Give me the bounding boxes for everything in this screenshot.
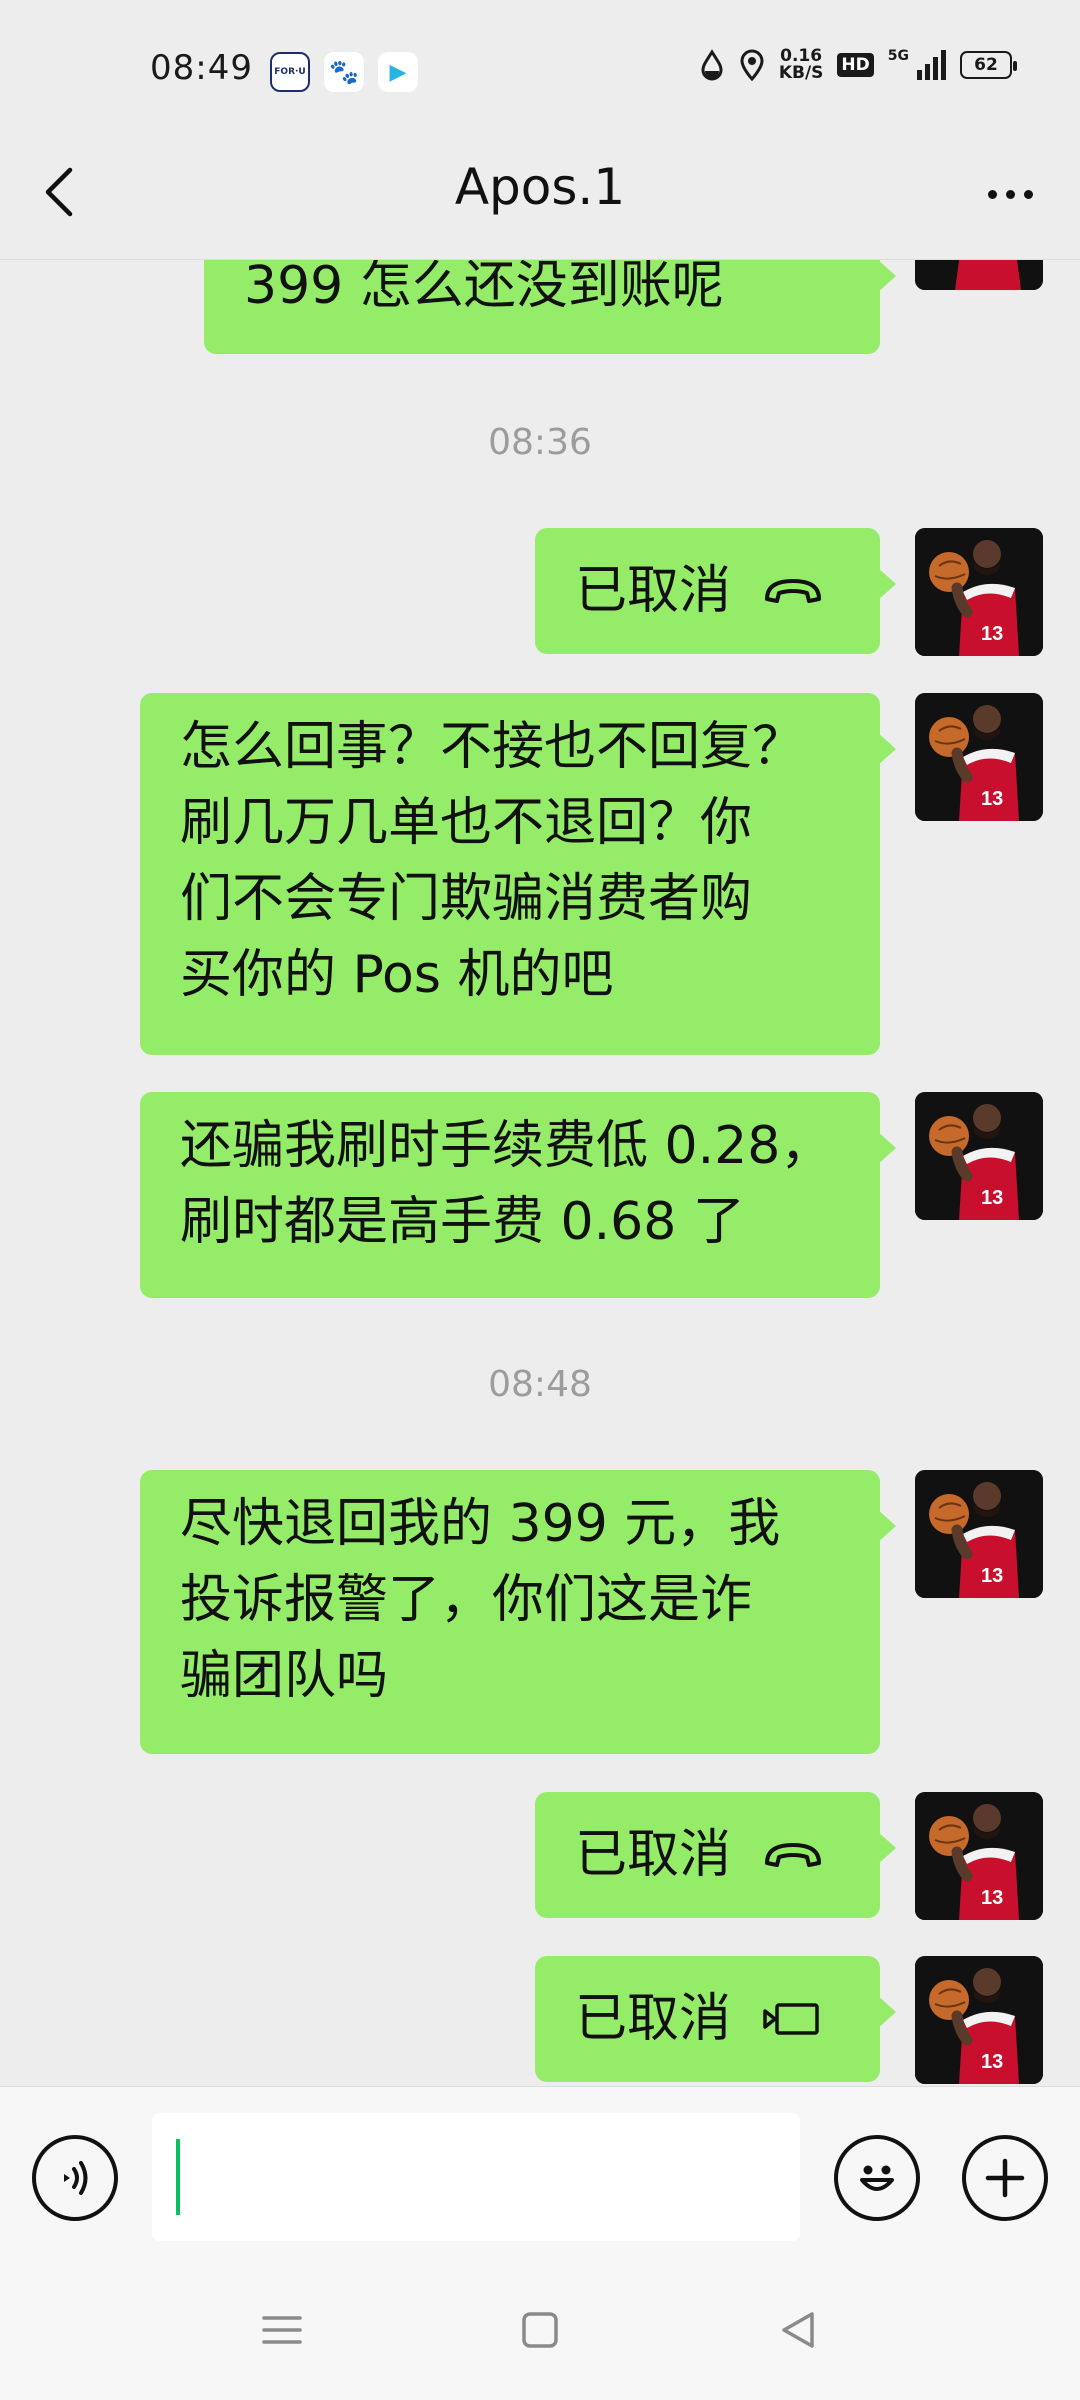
voice-wave-icon	[64, 2161, 88, 2195]
avatar[interactable]: 13	[915, 1470, 1043, 1598]
menu-icon[interactable]	[252, 2300, 312, 2360]
message-bubble[interactable]: 尽快退回我的 399 元，我 投诉报警了，你们这是诈 骗团队吗	[140, 1470, 896, 1754]
call-status-text: 已取消	[575, 1989, 732, 2049]
avatar[interactable]: 13	[915, 1092, 1043, 1220]
avatar[interactable]: 13	[915, 528, 1043, 656]
message-timestamp: 08:48	[488, 1364, 592, 1405]
more-options-icon[interactable]	[970, 164, 1050, 224]
battery-icon: 62	[960, 51, 1017, 79]
message-text-line: 怎么回事？不接也不回复？	[180, 717, 805, 777]
emoji-button[interactable]	[834, 2135, 920, 2221]
baidu-app-icon: 🐾	[324, 52, 364, 92]
plus-icon	[985, 2158, 1025, 2198]
avatar[interactable]	[915, 260, 1043, 290]
video-camera-icon	[763, 2003, 819, 2035]
svg-text:13: 13	[981, 1187, 1003, 1209]
message-timestamp: 08:36	[488, 422, 592, 463]
voice-call-bubble[interactable]: 已取消	[535, 528, 896, 654]
call-status-text: 已取消	[575, 1825, 732, 1885]
video-app-icon: ▶	[378, 52, 418, 92]
message-text-line: 投诉报警了，你们这是诈	[180, 1570, 753, 1630]
chat-input-bar	[0, 2086, 1080, 2256]
network-speed-unit: KB/S	[778, 63, 824, 83]
network-type-label: 5G	[887, 48, 909, 64]
message-text-line: 刷几万几单也不退回？你	[180, 793, 753, 853]
avatar[interactable]: 13	[915, 1956, 1043, 2084]
chat-header: Apos.1	[0, 130, 1080, 260]
network-speed: 0.16 KB/S	[779, 48, 824, 82]
svg-text:13: 13	[981, 623, 1003, 645]
smiley-icon	[860, 2165, 894, 2191]
back-icon[interactable]	[768, 2300, 828, 2360]
message-text-line: 骗团队吗	[180, 1646, 389, 1706]
voice-call-bubble[interactable]: 已取消	[535, 1792, 896, 1918]
message-text-line: 还骗我刷时手续费低 0.28，	[180, 1116, 833, 1176]
message-list[interactable]: 399 怎么还没到账呢 08:36 已取消 13 怎么回事？不接也不回复？ 刷几…	[0, 260, 1080, 2086]
water-drop-icon	[701, 49, 723, 81]
text-cursor	[176, 2139, 180, 2215]
system-navigation-bar	[0, 2256, 1080, 2400]
call-status-text: 已取消	[575, 561, 732, 621]
message-input[interactable]	[152, 2113, 800, 2241]
svg-text:13: 13	[981, 1565, 1003, 1587]
svg-text:13: 13	[981, 2051, 1003, 2073]
svg-text:13: 13	[981, 788, 1003, 810]
phone-handset-icon	[765, 1843, 822, 1867]
avatar[interactable]: 13	[915, 1792, 1043, 1920]
chat-title: Apos.1	[454, 158, 626, 216]
svg-text:13: 13	[981, 1887, 1003, 1909]
more-functions-button[interactable]	[962, 2135, 1048, 2221]
notification-icons: FOR·U 🐾 ▶	[270, 52, 418, 92]
phone-handset-icon	[765, 579, 822, 603]
home-icon[interactable]	[510, 2300, 570, 2360]
message-bubble[interactable]: 399 怎么还没到账呢	[204, 260, 896, 354]
status-bar: 08:49 FOR·U 🐾 ▶ 0.16 KB/S HD 5G 62	[0, 0, 1080, 130]
hd-icon: HD	[837, 53, 874, 77]
foru-app-icon: FOR·U	[270, 52, 310, 92]
video-call-bubble[interactable]: 已取消	[535, 1956, 896, 2082]
message-text-line: 们不会专门欺骗消费者购	[180, 869, 753, 929]
message-text: 399 怎么还没到账呢	[244, 260, 724, 316]
avatar[interactable]: 13	[915, 693, 1043, 821]
message-text-line: 尽快退回我的 399 元，我	[180, 1494, 781, 1554]
message-text-line: 买你的 Pos 机的吧	[180, 945, 614, 1005]
voice-input-button[interactable]	[32, 2135, 118, 2221]
system-indicators: 0.16 KB/S HD 5G 62	[699, 48, 1017, 82]
message-bubble[interactable]: 怎么回事？不接也不回复？ 刷几万几单也不退回？你 们不会专门欺骗消费者购 买你的…	[140, 693, 896, 1055]
battery-level: 62	[974, 55, 998, 75]
status-time: 08:49	[150, 48, 253, 88]
location-icon	[740, 49, 764, 81]
message-bubble[interactable]: 还骗我刷时手续费低 0.28， 刷时都是高手费 0.68 了	[140, 1092, 896, 1298]
signal-strength-icon	[917, 50, 946, 80]
message-text-line: 刷时都是高手费 0.68 了	[180, 1192, 745, 1252]
